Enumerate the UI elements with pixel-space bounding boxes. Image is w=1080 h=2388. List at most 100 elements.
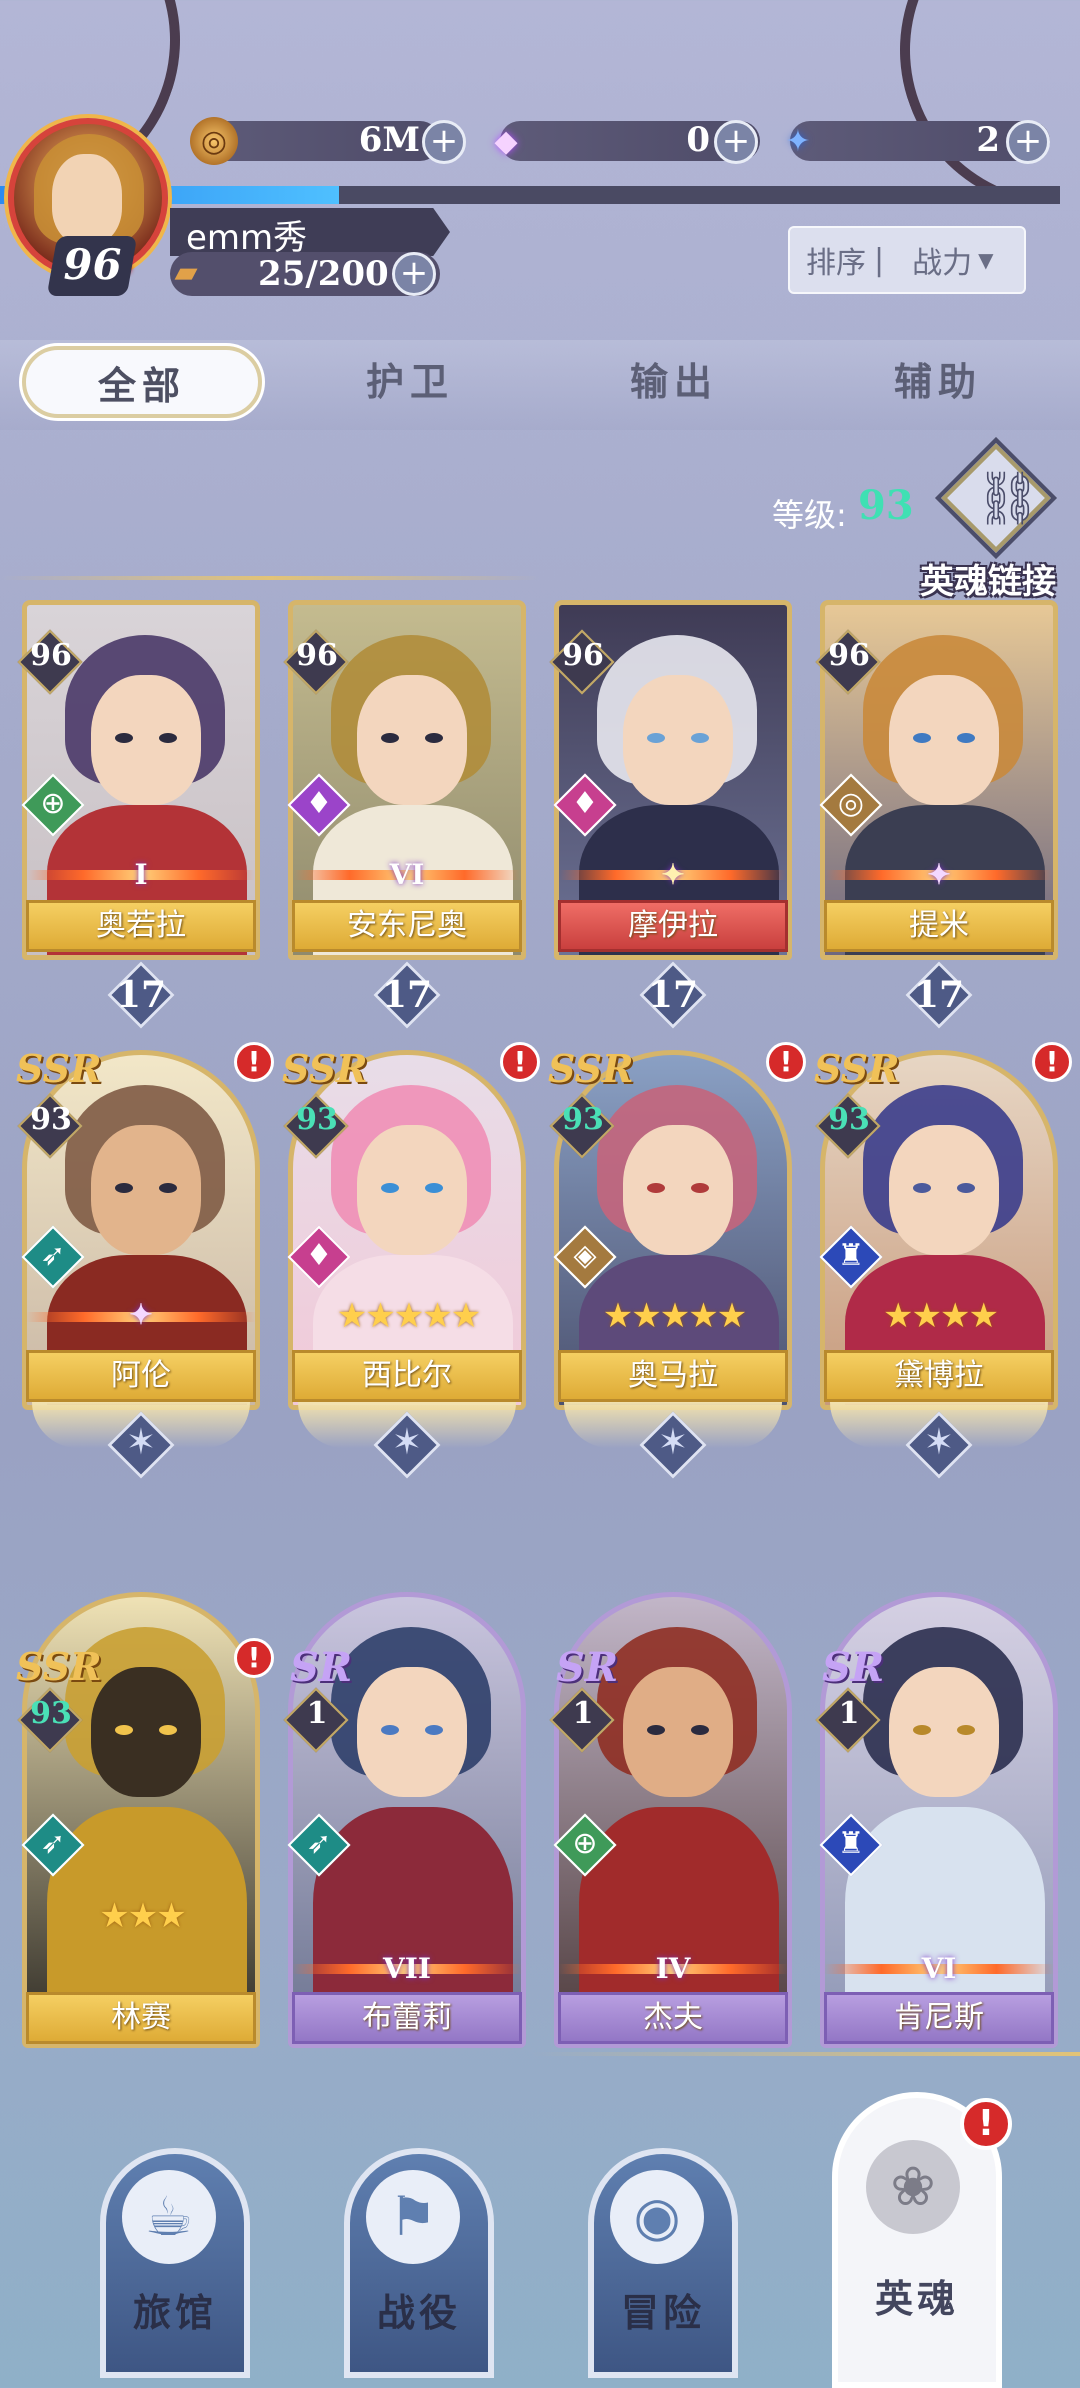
- compass-star-icon: ✶: [923, 1422, 955, 1463]
- crystal-gem-icon: ◆: [494, 123, 518, 159]
- hero-name: 阿伦: [26, 1350, 256, 1402]
- class-glyph: ➶: [306, 1826, 332, 1861]
- portrait-eye: [913, 1725, 931, 1735]
- portrait-face: [889, 1667, 999, 1797]
- portrait-face: [357, 1125, 467, 1255]
- stamina-value: 25/200: [258, 254, 389, 294]
- alert-badge: !: [960, 2098, 1012, 2150]
- portrait-face: [357, 1667, 467, 1797]
- hero-name: 布蕾莉: [292, 1992, 522, 2044]
- hero-level: 96: [562, 638, 604, 673]
- compass-star-icon: ✶: [657, 1422, 689, 1463]
- tab-support[interactable]: 辅助: [818, 346, 1058, 418]
- rarity-tag: SSR: [814, 1046, 900, 1091]
- portrait-eye: [115, 733, 133, 743]
- rarity-tag: SR: [556, 1644, 619, 1691]
- class-glyph: ◎: [837, 786, 865, 821]
- portrait-eye: [159, 1183, 177, 1193]
- tab-guard[interactable]: 护卫: [290, 346, 530, 418]
- portrait-eye: [913, 1183, 931, 1193]
- class-glyph: ⊕: [572, 1826, 598, 1861]
- chevron-down-icon: ▼: [978, 248, 994, 272]
- hero-level: 96: [30, 638, 72, 673]
- class-glyph: ♦: [305, 786, 333, 821]
- nav-heroes[interactable]: ❀ 英魂 !: [832, 2092, 1012, 2388]
- hero-name: 奥马拉: [558, 1350, 788, 1402]
- hero-level: 93: [296, 1102, 338, 1137]
- star-rating: ★★★★★: [602, 1296, 747, 1336]
- portrait-face: [91, 1125, 201, 1255]
- blue-star-icon: ✦: [785, 123, 811, 159]
- tab-damage[interactable]: 输出: [554, 346, 794, 418]
- portrait-eye: [647, 1725, 665, 1735]
- portrait-face: [623, 675, 733, 805]
- class-glyph: ➶: [40, 1826, 66, 1861]
- nav-campaign[interactable]: ⚑ 战役: [344, 2148, 494, 2378]
- portrait-eye: [957, 733, 975, 743]
- hero-level: 96: [296, 638, 338, 673]
- link-level-value: 93: [858, 482, 914, 529]
- class-glyph: ➶: [40, 1238, 66, 1273]
- portrait-face: [889, 675, 999, 805]
- compass-star-icon: ✶: [125, 1422, 157, 1463]
- rank-numeral: I: [134, 858, 148, 891]
- portrait-face: [91, 675, 201, 805]
- portrait-eye: [691, 1725, 709, 1735]
- nav-adventure[interactable]: ◉ 冒险: [588, 2148, 738, 2378]
- portrait-face: [91, 1667, 201, 1797]
- hero-level: 1: [838, 1696, 860, 1731]
- sort-button[interactable]: 排序 | 战力 ▼: [788, 226, 1026, 294]
- hero-sub-value: 17: [913, 974, 965, 1016]
- link-level-label: 等级:: [772, 496, 847, 534]
- rank-numeral: VI: [389, 858, 425, 891]
- star-value: 2: [976, 120, 1000, 160]
- class-glyph: ♦: [305, 1238, 333, 1273]
- stamina-add-button[interactable]: +: [392, 252, 436, 296]
- tavern-mug-icon: ☕: [122, 2170, 216, 2264]
- portrait-face: [357, 675, 467, 805]
- hero-rose-icon: ❀: [866, 2140, 960, 2234]
- gem-add-button[interactable]: +: [714, 120, 758, 164]
- gold-coin-icon: ◎: [190, 117, 238, 165]
- star-rating: ★★★: [99, 1896, 186, 1936]
- class-glyph: ♦: [571, 786, 599, 821]
- portrait-eye: [647, 1183, 665, 1193]
- rarity-tag: SR: [290, 1644, 353, 1691]
- rarity-tag: SSR: [16, 1046, 102, 1091]
- star-rating: ★★★★★: [336, 1296, 481, 1336]
- hero-sub-value: 17: [381, 974, 433, 1016]
- divider: [530, 2052, 1080, 2056]
- rank-star-icon: ✦: [661, 858, 685, 891]
- nav-tavern[interactable]: ☕ 旅馆: [100, 2148, 250, 2378]
- star-add-button[interactable]: +: [1006, 120, 1050, 164]
- star-rating: ★★★★: [883, 1296, 999, 1336]
- portrait-face: [889, 1125, 999, 1255]
- portrait-eye: [957, 1725, 975, 1735]
- rank-numeral: VII: [383, 1952, 431, 1985]
- sort-separator: |: [874, 242, 885, 278]
- hero-name: 摩伊拉: [558, 900, 788, 952]
- hero-level: 93: [30, 1102, 72, 1137]
- portrait-face: [623, 1125, 733, 1255]
- campaign-banner-icon: ⚑: [366, 2170, 460, 2264]
- class-glyph: ♜: [837, 1826, 865, 1861]
- class-glyph: ♜: [837, 1238, 865, 1273]
- rank-numeral: VI: [921, 1952, 957, 1985]
- rarity-tag: SSR: [282, 1046, 368, 1091]
- portrait-eye: [691, 733, 709, 743]
- portrait-eye: [647, 733, 665, 743]
- portrait-eye: [159, 1725, 177, 1735]
- gold-add-button[interactable]: +: [422, 120, 466, 164]
- nav-label: 冒险: [620, 2291, 705, 2335]
- soul-link-label: 英魂链接: [920, 562, 1056, 602]
- hero-name: 安东尼奥: [292, 900, 522, 952]
- tab-all[interactable]: 全部: [22, 346, 262, 418]
- portrait-eye: [115, 1183, 133, 1193]
- alert-badge: !: [1032, 1042, 1072, 1082]
- portrait-eye: [957, 1183, 975, 1193]
- alert-badge: !: [234, 1638, 274, 1678]
- hero-name: 提米: [824, 900, 1054, 952]
- portrait-eye: [381, 1183, 399, 1193]
- alert-badge: !: [500, 1042, 540, 1082]
- adventure-portal-icon: ◉: [610, 2170, 704, 2264]
